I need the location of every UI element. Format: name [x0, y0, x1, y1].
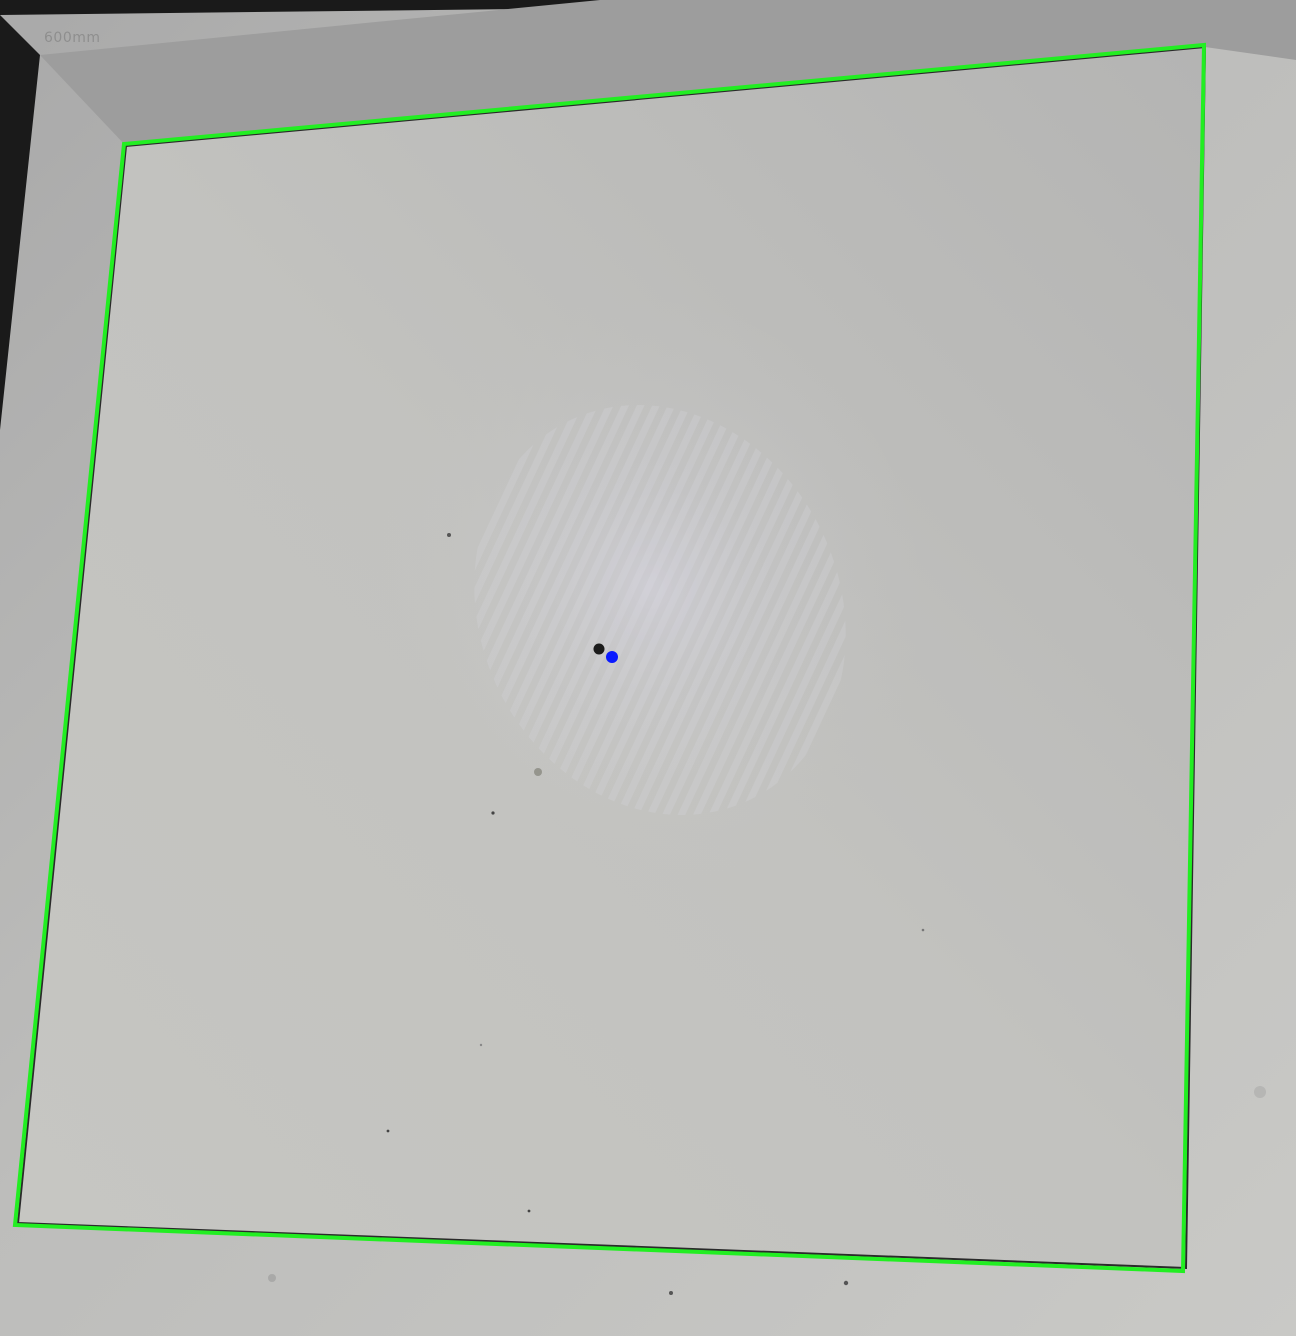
photo-scene: 600mm: [0, 0, 1296, 1336]
center-marker: [606, 651, 618, 663]
hole-dot: [593, 643, 605, 655]
faint-label: 600mm: [44, 30, 101, 46]
photo-canvas: [0, 0, 1296, 1336]
